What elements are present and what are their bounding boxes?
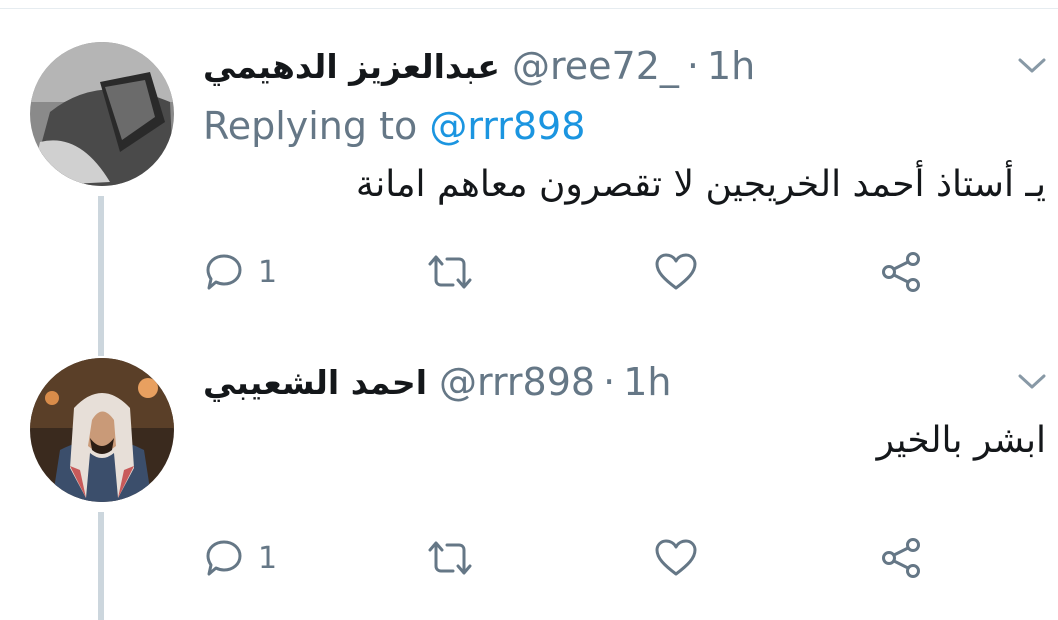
thread-line — [98, 196, 104, 356]
avatar[interactable] — [30, 358, 174, 502]
reply-icon — [206, 254, 242, 290]
retweet-button[interactable] — [426, 252, 474, 292]
tweet-text: يـ أستاذ أحمد الخريجين لا تقصرون معاهم ا… — [355, 164, 1046, 205]
share-button[interactable] — [880, 538, 924, 578]
retweet-button[interactable] — [426, 538, 474, 578]
share-icon — [882, 252, 920, 292]
display-name[interactable]: احمد الشعيبي — [203, 363, 427, 402]
top-divider — [0, 0, 1058, 9]
tweet-text: ابشر بالخير — [876, 420, 1046, 461]
like-button[interactable] — [654, 252, 698, 292]
reply-count: 1 — [258, 254, 278, 290]
like-icon — [655, 539, 697, 576]
chevron-down-icon — [1018, 374, 1046, 389]
like-icon — [655, 253, 697, 290]
timestamp[interactable]: 1h — [707, 44, 755, 88]
reply-icon — [206, 540, 242, 576]
reply-button[interactable]: 1 — [204, 538, 277, 578]
replying-prefix: Replying to — [203, 104, 418, 148]
reply-button[interactable]: 1 — [204, 252, 277, 292]
share-button[interactable] — [880, 252, 924, 292]
tweet-menu-button[interactable] — [1014, 370, 1050, 394]
replying-to: Replying to @rrr898 — [203, 104, 585, 148]
user-handle[interactable]: @ree72_ — [512, 44, 679, 88]
mention-link[interactable]: @rrr898 — [429, 104, 585, 148]
separator-dot: · — [603, 360, 616, 404]
separator-dot: · — [686, 44, 699, 88]
retweet-icon — [428, 541, 472, 575]
user-handle[interactable]: @rrr898 — [439, 360, 595, 404]
thread-line — [98, 512, 104, 620]
tweet-header: احمد الشعيبي @rrr898 · 1h — [203, 352, 671, 412]
chevron-down-icon — [1018, 58, 1046, 73]
display-name[interactable]: عبدالعزيز الدهيمي — [203, 47, 500, 86]
tweet-menu-button[interactable] — [1014, 54, 1050, 78]
tweet-header: عبدالعزيز الدهيمي @ree72_ · 1h — [203, 36, 755, 96]
timestamp[interactable]: 1h — [623, 360, 671, 404]
share-icon — [882, 538, 920, 578]
like-button[interactable] — [654, 538, 698, 578]
reply-count: 1 — [258, 540, 278, 576]
retweet-icon — [428, 255, 472, 289]
avatar[interactable] — [30, 42, 174, 186]
